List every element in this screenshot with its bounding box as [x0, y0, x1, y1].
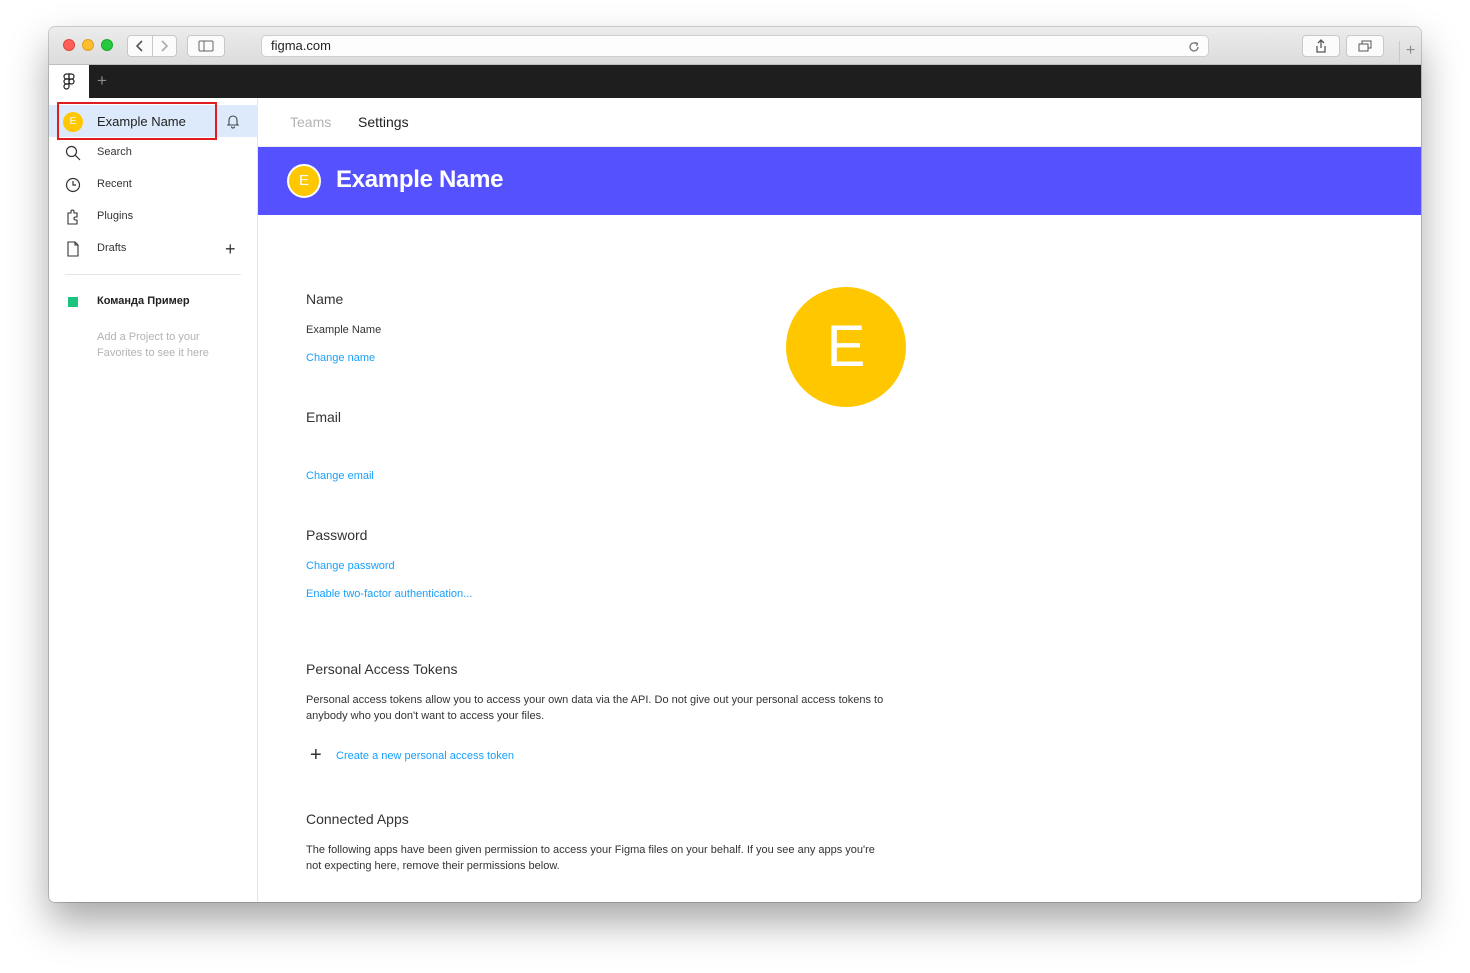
team-color-square [68, 297, 78, 307]
create-token-link[interactable]: Create a new personal access token [336, 750, 514, 762]
page-title: Example Name [336, 166, 504, 193]
password-section-title: Password [306, 527, 368, 543]
reload-icon[interactable] [1188, 38, 1200, 58]
sidebar-divider [65, 274, 241, 275]
zoom-window-button[interactable] [101, 39, 113, 51]
sidebar-item-recent[interactable]: Recent [49, 169, 258, 201]
two-factor-link[interactable]: Enable two-factor authentication... [306, 588, 472, 600]
close-window-button[interactable] [63, 39, 75, 51]
team-name: Команда Пример [97, 295, 190, 307]
share-icon [1316, 39, 1326, 53]
tokens-description: Personal access tokens allow you to acce… [306, 694, 884, 722]
email-section-title: Email [306, 409, 342, 425]
add-tab-icon[interactable]: + [97, 71, 107, 91]
plugin-icon [67, 209, 78, 225]
sidebar-item-label: Plugins [97, 210, 134, 222]
figma-tab-bar: + [49, 65, 1421, 98]
sidebar-icon [198, 40, 214, 52]
url-text: figma.com [271, 38, 331, 53]
change-name-link[interactable]: Change name [306, 352, 375, 364]
tabs-icon [1358, 40, 1372, 52]
browser-window: figma.com + + E Example Name Search Rece… [49, 27, 1421, 902]
address-bar[interactable]: figma.com [261, 35, 1209, 57]
change-email-link[interactable]: Change email [306, 470, 374, 482]
sidebar-item-plugins[interactable]: Plugins [49, 201, 258, 233]
new-draft-plus-icon[interactable]: + [225, 239, 236, 260]
sidebar-item-label: Recent [97, 178, 132, 190]
profile-banner: E Example Name [258, 147, 1421, 215]
tab-settings[interactable]: Settings [358, 114, 409, 130]
change-password-link[interactable]: Change password [306, 560, 395, 572]
profile-avatar[interactable]: E [786, 287, 906, 407]
plus-icon[interactable]: + [310, 745, 322, 765]
search-icon [65, 145, 81, 161]
clock-icon [65, 177, 81, 193]
main-tabs: Teams Settings [258, 98, 1421, 147]
sidebar-item-drafts[interactable]: Drafts + [49, 233, 258, 265]
figma-logo-icon [63, 72, 75, 90]
forward-icon[interactable] [153, 36, 177, 56]
avatar: E [287, 164, 321, 198]
minimize-window-button[interactable] [82, 39, 94, 51]
name-value: Example Name [306, 324, 382, 336]
bell-icon[interactable] [225, 113, 241, 134]
sidebar-item-label: Search [97, 146, 132, 158]
apps-description: The following apps have been given permi… [306, 844, 875, 872]
nav-buttons [127, 35, 177, 57]
share-button[interactable] [1302, 35, 1340, 57]
tab-teams[interactable]: Teams [290, 114, 331, 130]
back-icon[interactable] [128, 36, 153, 56]
browser-toolbar: figma.com + [49, 27, 1421, 65]
name-section-title: Name [306, 291, 344, 307]
main-content: Teams Settings E Example Name E Name Exa… [258, 98, 1421, 902]
figma-home-tab[interactable] [49, 65, 89, 98]
sidebar-item-label: Drafts [97, 242, 127, 254]
annotation-highlight-box [57, 102, 217, 140]
tokens-section-title: Personal Access Tokens [306, 661, 458, 677]
file-icon [67, 241, 79, 257]
sidebar: E Example Name Search Recent Plugins Dra… [49, 98, 258, 902]
apps-section-title: Connected Apps [306, 811, 409, 827]
new-tab-icon[interactable]: + [1399, 41, 1421, 63]
sidebar-item-team[interactable]: Команда Пример [49, 292, 258, 316]
sidebar-item-search[interactable]: Search [49, 137, 258, 169]
tabs-overview-button[interactable] [1346, 35, 1384, 57]
sidebar-toggle-button[interactable] [187, 35, 225, 57]
favorites-hint: Add a Project to your Favorites to see i… [97, 331, 209, 359]
